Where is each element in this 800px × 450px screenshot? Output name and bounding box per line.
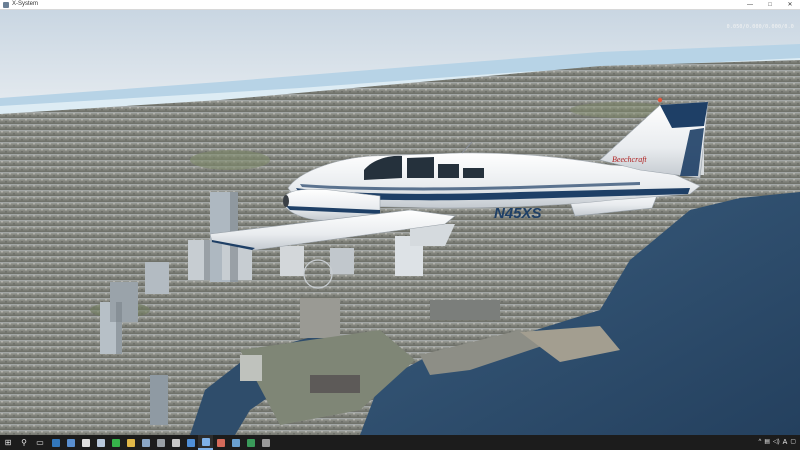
settings-icon[interactable] bbox=[153, 435, 168, 450]
notification-icon[interactable]: ▢ bbox=[790, 435, 796, 450]
notepad-icon[interactable] bbox=[93, 435, 108, 450]
volume-icon[interactable]: ◁) bbox=[773, 435, 780, 450]
minimize-button[interactable]: — bbox=[740, 0, 760, 9]
flight-scene: Beechcraft N45XS bbox=[0, 10, 800, 435]
window-titlebar: X-System — □ ✕ bbox=[0, 0, 800, 10]
tray-chevron-icon[interactable]: ^ bbox=[759, 435, 762, 450]
task-view-icon[interactable]: ▭ bbox=[32, 435, 48, 450]
windows-logo-icon[interactable]: ⊞ bbox=[0, 435, 16, 450]
store-icon[interactable] bbox=[63, 435, 78, 450]
tool-icon[interactable] bbox=[243, 435, 258, 450]
simulator-viewport[interactable]: Beechcraft N45XS 0.050/0.000/0.000/0.0 bbox=[0, 10, 800, 435]
window-title: X-System bbox=[12, 1, 39, 7]
search-icon[interactable]: ⚲ bbox=[16, 435, 32, 450]
paint-icon[interactable] bbox=[213, 435, 228, 450]
spreadsheet-icon[interactable] bbox=[108, 435, 123, 450]
system-tray: ^ ▤ ◁) A ▢ bbox=[759, 435, 800, 450]
edge-icon[interactable] bbox=[48, 435, 63, 450]
mail-icon[interactable] bbox=[183, 435, 198, 450]
media-icon[interactable] bbox=[168, 435, 183, 450]
fps-readout: 0.050/0.000/0.000/0.0 bbox=[726, 24, 794, 30]
x-plane-icon[interactable] bbox=[198, 435, 213, 450]
windows-taskbar: ⊞ ⚲ ▭ ^ ▤ ◁) A ▢ bbox=[0, 435, 800, 450]
tail-brand-text: Beechcraft bbox=[612, 155, 647, 164]
game-icon[interactable] bbox=[228, 435, 243, 450]
pinned-apps bbox=[48, 435, 273, 450]
network-icon[interactable]: ▤ bbox=[764, 435, 770, 450]
photo-icon[interactable] bbox=[138, 435, 153, 450]
app-icon bbox=[3, 1, 9, 8]
maximize-button[interactable]: □ bbox=[760, 0, 780, 9]
ime-indicator[interactable]: A bbox=[783, 435, 788, 450]
close-button[interactable]: ✕ bbox=[780, 0, 800, 9]
aircraft-registration: N45XS bbox=[494, 205, 542, 222]
folder-icon[interactable] bbox=[123, 435, 138, 450]
terminal-icon[interactable] bbox=[258, 435, 273, 450]
chrome-icon[interactable] bbox=[78, 435, 93, 450]
